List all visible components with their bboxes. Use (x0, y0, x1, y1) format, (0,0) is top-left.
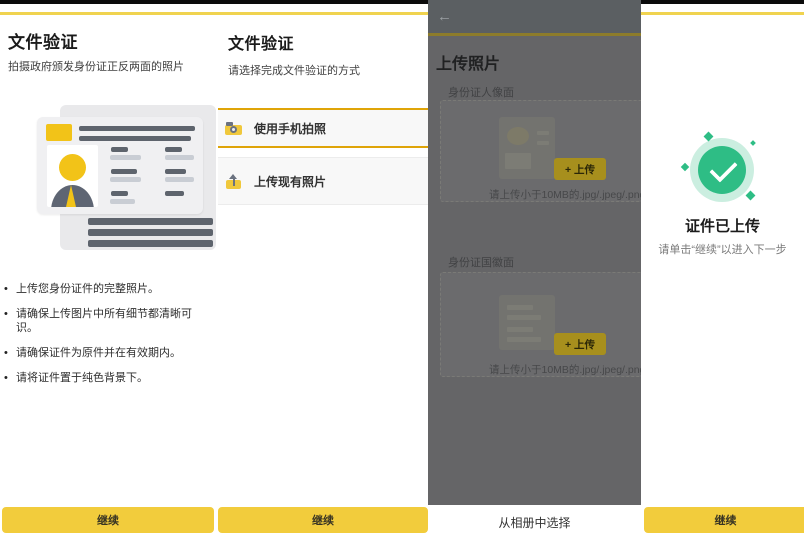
nav-header (428, 0, 641, 33)
progress-bar-dimmed (428, 33, 641, 36)
panel-choose-method: 文件验证 请选择完成文件验证的方式 使用手机拍照 上传现有照片 继续 (214, 0, 428, 542)
continue-button[interactable]: 继续 (2, 507, 214, 533)
bullet-icon: • (4, 307, 16, 321)
option-label: 使用手机拍照 (254, 120, 326, 137)
id-card-front (37, 117, 203, 214)
back-icon[interactable]: ← (437, 8, 452, 26)
sparkle-icon (746, 191, 756, 201)
instruction-list: • 上传您身份证件的完整照片。 • 请确保上传图片中所有细节都清晰可识。 • 请… (4, 282, 210, 396)
sparkle-icon (681, 163, 689, 171)
panel-document-intro: 文件验证 拍摄政府颁发身份证正反两面的照片 (0, 0, 214, 542)
list-item: • 请确保证件为原件并在有效期内。 (4, 346, 210, 360)
upload-button-back[interactable]: + 上传 (554, 333, 606, 355)
option-take-photo[interactable]: 使用手机拍照 (218, 108, 428, 148)
sparkle-icon (750, 140, 756, 146)
instruction-text: 上传您身份证件的完整照片。 (16, 282, 159, 296)
id-card-illustration (0, 0, 214, 260)
card-flag (46, 124, 72, 141)
instruction-text: 请将证件置于纯色背景下。 (16, 371, 148, 385)
list-item: • 请确保上传图片中所有细节都清晰可识。 (4, 307, 210, 335)
upload-icon (226, 174, 241, 189)
option-upload-photo[interactable]: 上传现有照片 (218, 157, 428, 205)
list-item: • 上传您身份证件的完整照片。 (4, 282, 210, 296)
upload-dropzone-back[interactable]: + 上传 请上传小于10MB的.jpg/.jpeg/.png格式文件 (440, 272, 641, 377)
placeholder-card-back (499, 295, 555, 350)
bullet-icon: • (4, 371, 16, 385)
panel-upload-photos: ← 上传照片 身份证人像面 + 上传 请上传小于10MB的.jpg/.jpeg/… (428, 0, 641, 542)
upload-button-front[interactable]: + 上传 (554, 158, 606, 180)
page-title: 上传照片 (436, 50, 500, 74)
option-label: 上传现有照片 (254, 173, 326, 190)
upload-hint-front: 请上传小于10MB的.jpg/.jpeg/.png格式文件 (489, 187, 641, 202)
page-subtitle: 请选择完成文件验证的方式 (228, 62, 360, 78)
sheet-button-label: 从相册中选择 (498, 514, 570, 531)
panel-upload-success: 证件已上传 请单击“继续”以进入下一步 继续 (641, 0, 804, 542)
kyc-verification-screens: 文件验证 拍摄政府颁发身份证正反两面的照片 (0, 0, 804, 542)
continue-button[interactable]: 继续 (218, 507, 428, 533)
camera-icon (225, 122, 242, 135)
upload-hint-back: 请上传小于10MB的.jpg/.jpeg/.png格式文件 (489, 362, 641, 377)
choose-from-album-button[interactable]: 从相册中选择 (428, 505, 641, 542)
list-item: • 请将证件置于纯色背景下。 (4, 371, 210, 385)
instruction-text: 请确保上传图片中所有细节都清晰可识。 (16, 307, 210, 335)
section-label-back: 身份证国徽面 (448, 254, 514, 270)
card-portrait (47, 145, 98, 207)
placeholder-card-front (499, 117, 555, 179)
success-check-icon (678, 126, 766, 214)
success-title: 证件已上传 (641, 215, 804, 236)
instruction-text: 请确保证件为原件并在有效期内。 (16, 346, 181, 360)
upload-dropzone-front[interactable]: + 上传 请上传小于10MB的.jpg/.jpeg/.png格式文件 (440, 100, 641, 202)
bullet-icon: • (4, 346, 16, 360)
section-label-front: 身份证人像面 (448, 84, 514, 100)
page-title: 文件验证 (228, 30, 294, 54)
success-subtitle: 请单击“继续”以进入下一步 (641, 241, 804, 257)
continue-button[interactable]: 继续 (644, 507, 804, 533)
bullet-icon: • (4, 282, 16, 296)
